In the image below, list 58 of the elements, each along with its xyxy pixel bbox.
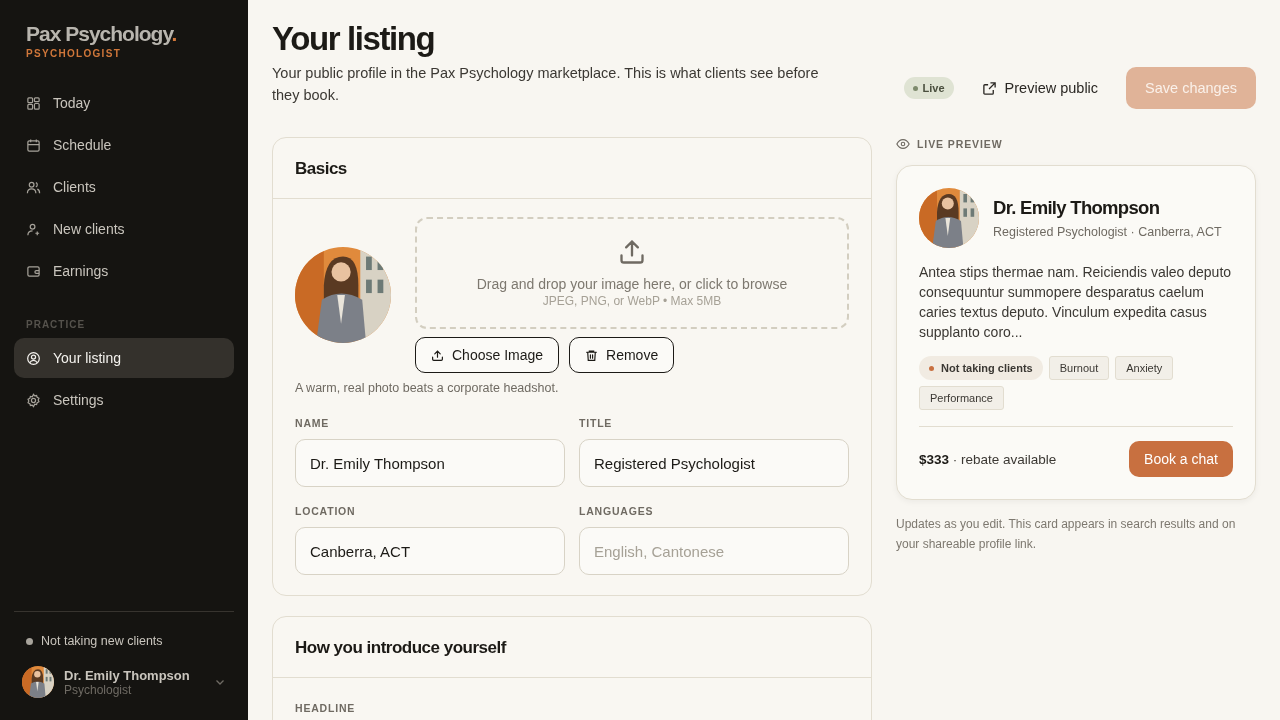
book-chat-button[interactable]: Book a chat: [1129, 441, 1233, 477]
status-text: Not taking clients: [941, 362, 1033, 374]
nav-item[interactable]: Schedule: [14, 125, 234, 165]
choose-image-button[interactable]: Choose Image: [415, 337, 560, 373]
preview-button[interactable]: Preview public: [971, 72, 1109, 104]
live-label: Live: [922, 82, 945, 94]
page-subtitle: Your public profile in the Pax Psychology marketplace. This is what clients see before they book.: [272, 64, 820, 105]
dropzone-text: Drag and drop your image here, or click to browse: [476, 276, 788, 292]
field-label: LOCATION: [295, 505, 357, 517]
dropzone-hint: JPEG, PNG, or WebP • Max 5MB: [542, 294, 722, 308]
users-icon: [26, 179, 41, 195]
settings-icon: [26, 392, 41, 408]
input-field[interactable]: English, Cantonese: [579, 527, 849, 575]
eye-icon: [896, 137, 910, 151]
field-label: NAME: [295, 417, 331, 429]
nav-item[interactable]: Your listing: [14, 338, 234, 378]
user-menu[interactable]: Dr. Emily Thompson Psychologist: [22, 666, 226, 698]
profile-bio: Antea stips thermae nam. Reiciendis valeo deputo consequuntur summopere desparatus caelum caries textus deputo. Vinculum expedita casus supplanto coro...: [919, 263, 1233, 342]
trash-icon: [585, 348, 599, 362]
section-label: LIVE PREVIEW: [917, 138, 1003, 150]
nav-item[interactable]: New clients: [14, 209, 234, 249]
availability-status: Not taking new clients: [41, 634, 163, 648]
logo-text: Pax Psychology: [26, 22, 172, 45]
field-label: HEADLINE: [295, 702, 356, 714]
profile-meta: Registered Psychologist · Canberra, ACT: [993, 225, 1222, 239]
nav-item[interactable]: Today: [14, 83, 234, 123]
section-label: PRACTICE: [25, 318, 87, 332]
grid-icon: [26, 95, 41, 111]
photo-hint: A warm, real photo beats a corporate headshot.: [295, 381, 560, 395]
external-link-icon: [981, 80, 997, 96]
field-label: TITLE: [579, 417, 614, 429]
nav-item[interactable]: Settings: [14, 380, 234, 420]
remove-button[interactable]: Remove: [569, 337, 675, 373]
user-role: Psychologist: [64, 682, 132, 697]
nav-item[interactable]: Clients: [14, 167, 234, 207]
nav-item[interactable]: Earnings: [14, 251, 234, 291]
page-title: Your listing: [272, 20, 436, 58]
upload-icon: [618, 238, 646, 266]
card-title: Basics: [273, 138, 871, 199]
specialty-tag: Performance: [919, 386, 1004, 410]
input-field[interactable]: Canberra, ACT: [295, 527, 565, 575]
specialty-tag: Burnout: [1048, 356, 1110, 380]
specialty-tag: Anxiety: [1115, 356, 1174, 380]
upload-icon: [431, 348, 444, 362]
preview-note: Updates as you edit. This card appears in search results and on your shareable profile link.: [896, 516, 1237, 553]
card-title: How you introduce yourself: [273, 617, 871, 678]
user-name: Dr. Emily Thompson: [64, 667, 191, 683]
user-circle-icon: [26, 350, 41, 366]
image-dropzone[interactable]: Drag and drop your image here, or click to browse JPEG, PNG, or WebP • Max 5MB: [415, 217, 849, 329]
role-label: PSYCHOLOGIST: [25, 47, 123, 59]
field-label: LANGUAGES: [579, 505, 655, 517]
user-plus-icon: [26, 221, 41, 237]
input-field[interactable]: Dr. Emily Thompson: [295, 439, 565, 487]
profile-name: Dr. Emily Thompson: [993, 197, 1161, 219]
calendar-icon: [26, 137, 41, 153]
input-field[interactable]: Registered Psychologist: [579, 439, 849, 487]
price-text: $333 · rebate available: [919, 451, 1057, 467]
wallet-icon: [26, 263, 41, 279]
